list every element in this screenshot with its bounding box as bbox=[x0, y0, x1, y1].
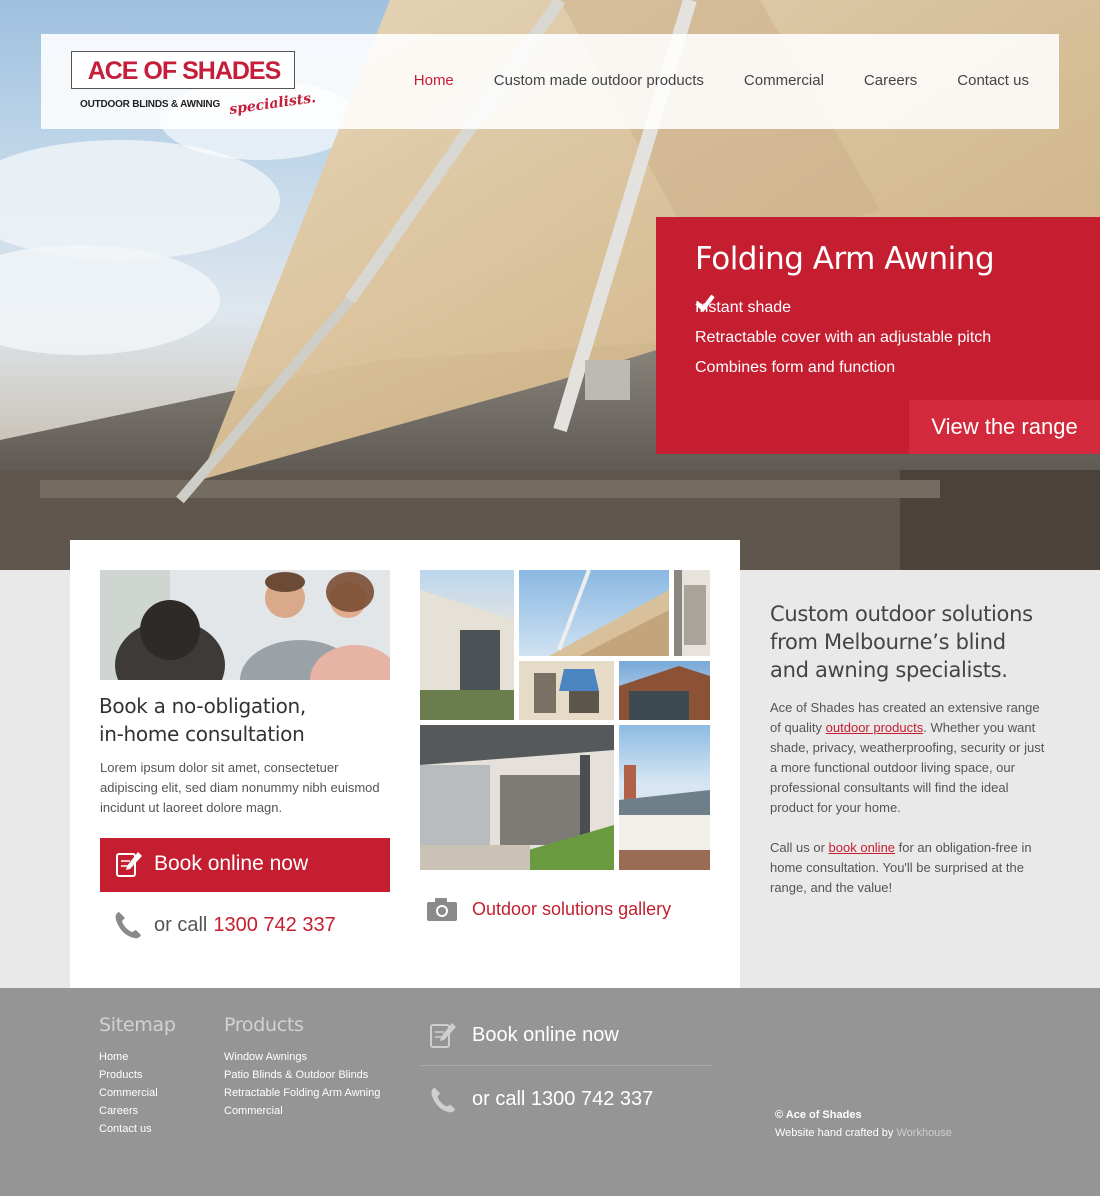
consultation-photo bbox=[100, 570, 390, 680]
gallery-image[interactable] bbox=[619, 661, 710, 720]
footer-link[interactable]: Home bbox=[99, 1048, 176, 1066]
promo-feature-text: Combines form and function bbox=[695, 359, 896, 376]
footer-call: or call 1300 742 337 bbox=[420, 1082, 712, 1122]
main-nav: Home Custom made outdoor products Commer… bbox=[414, 72, 1029, 89]
footer-book-online-label: Book online now bbox=[472, 1024, 619, 1046]
promo-title: Folding Arm Awning bbox=[695, 241, 995, 277]
view-range-button[interactable]: View the range bbox=[909, 400, 1100, 454]
call-line: or call 1300 742 337 bbox=[114, 910, 336, 940]
nav-careers[interactable]: Careers bbox=[864, 72, 917, 89]
book-online-link[interactable]: book online bbox=[829, 840, 896, 855]
phone-number[interactable]: 1300 742 337 bbox=[213, 914, 335, 937]
credit-prefix: Website hand crafted by bbox=[775, 1127, 897, 1139]
footer-link[interactable]: Careers bbox=[99, 1102, 176, 1120]
nav-contact[interactable]: Contact us bbox=[957, 72, 1029, 89]
footer-copyright: © Ace of Shades Website hand crafted by … bbox=[775, 1106, 952, 1142]
promo-feature: Retractable cover with an adjustable pit… bbox=[695, 294, 992, 353]
consultation-card: Book a no-obligation, in-home consultati… bbox=[70, 540, 740, 988]
footer-link[interactable]: Commercial bbox=[99, 1084, 176, 1102]
book-online-button[interactable]: Book online now bbox=[100, 838, 390, 892]
call-prefix: or call bbox=[154, 913, 208, 936]
footer: Sitemap Home Products Commercial Careers… bbox=[0, 988, 1100, 1196]
gallery-image[interactable] bbox=[420, 570, 514, 720]
copyright-text: © Ace of Shades bbox=[775, 1109, 862, 1121]
gallery-image[interactable] bbox=[420, 725, 614, 870]
gallery-grid bbox=[420, 570, 710, 870]
footer-sitemap-title: Sitemap bbox=[99, 1014, 176, 1036]
footer-sitemap: Sitemap Home Products Commercial Careers… bbox=[99, 1014, 176, 1138]
checkmark-icon bbox=[695, 294, 715, 313]
intro-section: Custom outdoor solutions from Melbourne’… bbox=[770, 600, 1050, 898]
outdoor-products-link[interactable]: outdoor products bbox=[826, 720, 924, 735]
promo-feature-text: Retractable cover with an adjustable pit… bbox=[695, 329, 992, 346]
consultation-title-line1: Book a no-obligation, bbox=[99, 694, 306, 718]
consultation-text: Lorem ipsum dolor sit amet, consectetuer… bbox=[100, 760, 380, 815]
nav-commercial[interactable]: Commercial bbox=[744, 72, 824, 89]
notepad-pencil-icon bbox=[116, 852, 142, 877]
nav-custom-products[interactable]: Custom made outdoor products bbox=[494, 72, 704, 89]
camera-icon bbox=[427, 898, 457, 921]
notepad-pencil-icon bbox=[430, 1023, 456, 1048]
logo-box: ACE OF SHADES bbox=[71, 51, 295, 89]
footer-call-text[interactable]: or call 1300 742 337 bbox=[472, 1088, 653, 1111]
intro-paragraph-2: Call us or book online for an obligation… bbox=[770, 838, 1050, 898]
gallery-link-label: Outdoor solutions gallery bbox=[472, 898, 672, 919]
intro-heading: Custom outdoor solutions from Melbourne’… bbox=[770, 602, 1033, 682]
consultation-title-line2: in-home consultation bbox=[99, 722, 305, 746]
logo-script: specialists. bbox=[228, 90, 317, 118]
phone-icon bbox=[115, 912, 141, 939]
credit-line: Website hand crafted by Workhouse bbox=[775, 1124, 952, 1142]
consultation-title: Book a no-obligation, in-home consultati… bbox=[99, 692, 306, 748]
footer-link[interactable]: Contact us bbox=[99, 1120, 176, 1138]
nav-home[interactable]: Home bbox=[414, 72, 454, 89]
promo-feature: Instant shade bbox=[695, 293, 991, 323]
promo-features: Instant shade Retractable cover with an … bbox=[695, 293, 991, 383]
footer-link[interactable]: Patio Blinds & Outdoor Blinds bbox=[224, 1066, 380, 1084]
gallery-link[interactable]: Outdoor solutions gallery bbox=[426, 896, 671, 922]
gallery-image[interactable] bbox=[674, 570, 710, 656]
logo[interactable]: ACE OF SHADES OUTDOOR BLINDS & AWNING sp… bbox=[71, 51, 317, 121]
footer-link[interactable]: Retractable Folding Arm Awning bbox=[224, 1084, 380, 1102]
intro-text: Call us or bbox=[770, 840, 829, 855]
gallery-image[interactable] bbox=[619, 725, 710, 870]
footer-link[interactable]: Window Awnings bbox=[224, 1048, 380, 1066]
workhouse-link[interactable]: Workhouse bbox=[896, 1127, 951, 1139]
intro-paragraph-1: Ace of Shades has created an extensive r… bbox=[770, 698, 1050, 818]
gallery-image[interactable] bbox=[519, 570, 669, 656]
footer-link[interactable]: Products bbox=[99, 1066, 176, 1084]
footer-link[interactable]: Commercial bbox=[224, 1102, 380, 1120]
header-bar: ACE OF SHADES OUTDOOR BLINDS & AWNING sp… bbox=[41, 34, 1059, 129]
hero-banner: ACE OF SHADES OUTDOOR BLINDS & AWNING sp… bbox=[0, 0, 1100, 570]
logo-tagline: OUTDOOR BLINDS & AWNING bbox=[80, 99, 221, 110]
footer-products: Products Window Awnings Patio Blinds & O… bbox=[224, 1014, 380, 1120]
promo-feature: Combines form and function bbox=[695, 294, 991, 383]
book-online-label: Book online now bbox=[154, 852, 309, 875]
footer-products-title: Products bbox=[224, 1014, 304, 1036]
gallery-image[interactable] bbox=[519, 661, 614, 720]
logo-wordmark: ACE OF SHADES bbox=[87, 57, 282, 85]
footer-book-online-button[interactable]: Book online now bbox=[420, 1008, 712, 1066]
promo-panel: Folding Arm Awning Instant shade Retract… bbox=[656, 217, 1100, 454]
phone-icon bbox=[431, 1087, 456, 1113]
